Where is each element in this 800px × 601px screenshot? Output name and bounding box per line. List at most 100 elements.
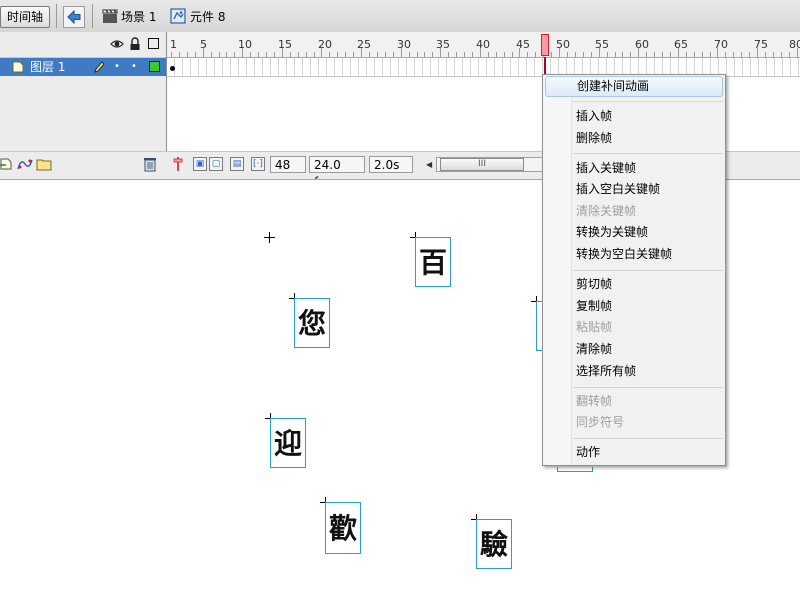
ruler-tick [717,48,718,57]
scene-clapper-icon [102,8,118,24]
ruler-tick [733,52,734,57]
scroll-left-icon[interactable]: ◀ [426,157,436,172]
menu-item-clear-frames[interactable]: 清除帧 [545,339,723,360]
outline-color-box[interactable] [149,61,160,72]
motion-guide-icon[interactable] [16,156,34,172]
menu-item-paste-frames: 粘贴帧 [576,320,613,334]
menu-separator [573,387,723,388]
menu-item-insert-keyframe[interactable]: 插入关键帧 [545,158,723,179]
ruler-tick [321,48,322,57]
symbol-instance-hidden[interactable] [557,467,593,472]
layer-name[interactable]: 图层 1 [30,59,65,75]
ruler-tick [654,52,655,57]
frame-ruler[interactable]: 1 5 10 15 20 25 30 35 40 45 50 55 60 65 … [167,32,800,58]
insert-layer-icon[interactable] [0,156,14,172]
layer-icon [12,61,24,73]
ruler-tick [345,52,346,57]
ruler-tick [298,52,299,57]
trash-icon[interactable] [143,156,157,172]
ruler-tick [551,52,552,57]
ruler-tick [195,52,196,57]
menu-separator [573,438,723,439]
symbol-instance-ying[interactable]: 迎 [270,418,306,468]
center-frame-icon[interactable] [172,156,184,172]
menu-item-copy-frames[interactable]: 复制帧 [545,296,723,317]
eye-icon[interactable] [110,38,124,50]
outline-icon[interactable] [148,38,159,49]
back-button[interactable] [63,6,85,28]
symbol-instance-huan[interactable]: 歡 [325,502,361,554]
symbol-instance-bai[interactable]: 百 [415,237,451,287]
ruler-tick [282,48,283,57]
ruler-tick [591,52,592,57]
ruler-tick [781,52,782,57]
keyframe-dot-icon[interactable] [170,66,175,71]
ruler-tick [171,52,172,57]
lock-dot-icon[interactable]: • [131,62,137,72]
registration-mark [264,232,275,243]
current-frame-field[interactable]: 48 [270,156,306,173]
symbol-glyph: 歡 [328,512,357,545]
ruler-tick [678,48,679,57]
ruler-tick [187,52,188,57]
symbol-instance-yan[interactable]: 驗 [476,519,512,569]
menu-item-actions[interactable]: 动作 [545,442,723,463]
ruler-tick [179,52,180,57]
menu-item-remove-frames[interactable]: 删除帧 [545,128,723,149]
lock-icon[interactable] [129,37,141,51]
ruler-tick [741,52,742,57]
ruler-tick [353,52,354,57]
menu-item-select-all-frames[interactable]: 选择所有帧 [545,361,723,382]
symbol-instance-nin[interactable]: 您 [294,298,330,348]
ruler-tick [757,48,758,57]
ruler-tick [219,52,220,57]
menu-item-convert-to-keyframes[interactable]: 转换为关键帧 [545,222,723,243]
ruler-tick [234,52,235,57]
ruler-tick [488,52,489,57]
onion-skin-outlines-icon[interactable]: ▢ [209,157,223,171]
ruler-tick [417,52,418,57]
breadcrumb-scene[interactable]: 场景 1 [121,8,156,26]
menu-item-convert-to-blank-keyframes[interactable]: 转换为空白关键帧 [545,244,723,265]
ruler-tick [749,52,750,57]
ruler-tick [575,52,576,57]
ruler-tick [512,52,513,57]
ruler-tick [519,48,520,57]
ruler-tick [670,52,671,57]
symbol-glyph: 您 [297,307,326,340]
onion-skin-icon[interactable]: ▣ [193,157,207,171]
timeline-toggle-button[interactable]: 时间轴 [0,6,50,28]
ruler-tick [329,52,330,57]
elapsed-time-field[interactable]: 2.0s [369,156,413,173]
menu-separator [573,270,723,271]
ruler-tick [385,52,386,57]
ruler-tick [393,52,394,57]
menu-item-insert-blank-keyframe[interactable]: 插入空白关键帧 [545,179,723,200]
ruler-tick [773,52,774,57]
breadcrumb-symbol[interactable]: 元件 8 [190,8,225,26]
ruler-tick [211,52,212,57]
ruler-tick [710,52,711,57]
insert-folder-icon[interactable] [36,156,52,172]
ruler-tick [496,52,497,57]
modify-onion-markers-icon[interactable]: [·] [251,157,265,171]
edit-multiple-frames-icon[interactable]: ▤ [230,157,244,171]
menu-item-create-motion-tween[interactable]: 创建补间动画 [545,76,723,97]
ruler-tick [694,52,695,57]
frame-rate-field[interactable]: 24.0 fps [309,156,365,189]
menu-separator [573,153,723,154]
scrollbar-thumb[interactable]: III [440,158,524,171]
menu-item-cut-frames[interactable]: 剪切帧 [545,274,723,295]
menu-item-insert-frame[interactable]: 插入帧 [545,106,723,127]
ruler-tick [662,52,663,57]
toolbar-divider [92,4,93,28]
ruler-tick [583,52,584,57]
ruler-tick [448,52,449,57]
playhead[interactable] [541,34,549,56]
visibility-dot-icon[interactable]: • [114,62,120,72]
layer-row[interactable]: 图层 1 • • [0,58,166,76]
ruler-tick [306,52,307,57]
ruler-tick [290,52,291,57]
ruler-tick [401,48,402,57]
ruler-tick [646,52,647,57]
